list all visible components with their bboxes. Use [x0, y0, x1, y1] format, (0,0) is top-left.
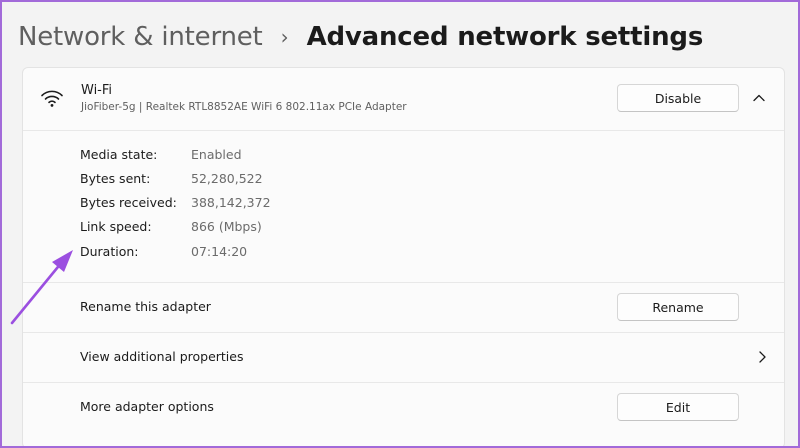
adapter-header[interactable]: Wi-Fi JioFiber-5g | Realtek RTL8852AE Wi… [23, 68, 784, 131]
wifi-icon [41, 90, 63, 107]
disable-button[interactable]: Disable [617, 84, 739, 112]
breadcrumb: Network & internet › Advanced network se… [18, 16, 703, 58]
property-label: Bytes sent: [80, 171, 151, 186]
property-value: 52,280,522 [191, 171, 263, 186]
breadcrumb-separator-icon: › [280, 25, 289, 49]
view-additional-properties-label: View additional properties [80, 349, 244, 364]
rename-button[interactable]: Rename [617, 293, 739, 321]
page-title: Advanced network settings [306, 22, 704, 52]
adapter-description: JioFiber-5g | Realtek RTL8852AE WiFi 6 8… [81, 101, 407, 113]
adapter-card: Wi-Fi JioFiber-5g | Realtek RTL8852AE Wi… [22, 67, 785, 446]
chevron-up-icon[interactable] [751, 92, 767, 104]
edit-button[interactable]: Edit [617, 393, 739, 421]
adapter-name: Wi-Fi [81, 83, 113, 98]
rename-adapter-row: Rename this adapter Rename [23, 283, 784, 333]
property-value: 388,142,372 [191, 195, 271, 210]
property-label: Duration: [80, 244, 139, 259]
property-value: 07:14:20 [191, 244, 248, 259]
settings-window: Network & internet › Advanced network se… [2, 2, 798, 446]
more-adapter-options-row: More adapter options Edit [23, 383, 784, 432]
view-additional-properties-row[interactable]: View additional properties [23, 333, 784, 383]
rename-adapter-label: Rename this adapter [80, 299, 211, 314]
property-label: Bytes received: [80, 195, 177, 210]
breadcrumb-parent-link[interactable]: Network & internet [18, 22, 263, 52]
property-value: 866 (Mbps) [191, 219, 262, 234]
property-value: Enabled [191, 147, 242, 162]
property-label: Link speed: [80, 219, 152, 234]
adapter-properties: Media state: Enabled Bytes sent: 52,280,… [23, 131, 784, 283]
chevron-right-icon [759, 351, 766, 363]
property-label: Media state: [80, 147, 158, 162]
more-adapter-options-label: More adapter options [80, 399, 214, 414]
